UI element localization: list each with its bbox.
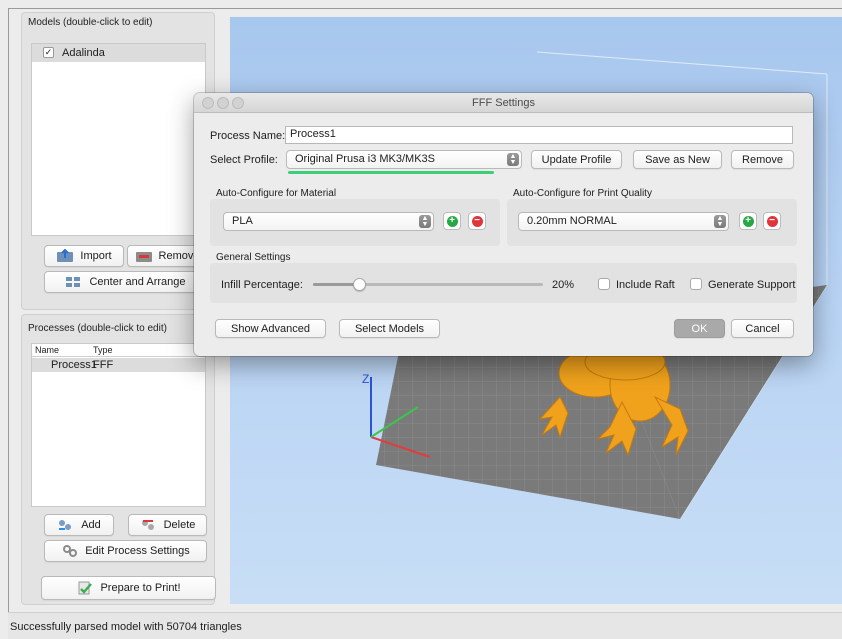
fff-settings-dialog: FFF Settings Process Name: Process1 Sele… [194, 93, 813, 356]
profile-select-value: Original Prusa i3 MK3/MK3S [295, 153, 435, 165]
models-group-title: Models (double-click to edit) [28, 17, 153, 28]
add-quality-button[interactable]: + [739, 212, 757, 230]
infill-slider-handle[interactable] [353, 278, 366, 291]
quality-group-title: Auto-Configure for Print Quality [513, 188, 652, 199]
import-button[interactable]: Import [44, 245, 124, 267]
model-name: Adalinda [62, 47, 105, 59]
delete-process-icon [140, 518, 158, 532]
show-advanced-button[interactable]: Show Advanced [215, 319, 326, 338]
prepare-to-print-button[interactable]: Prepare to Print! [41, 576, 216, 600]
material-select-value: PLA [232, 215, 253, 227]
process-type-cell: FFF [93, 359, 114, 371]
quality-select[interactable]: 0.20mm NORMAL ▲ ▼ [518, 212, 729, 231]
select-stepper-icon: ▲ ▼ [714, 215, 726, 228]
processes-table-header: Name Type [32, 344, 205, 357]
edit-process-settings-label: Edit Process Settings [85, 545, 190, 557]
delete-label: Delete [163, 519, 196, 531]
minus-icon: − [766, 215, 778, 227]
delete-button[interactable]: Delete [128, 514, 207, 536]
material-select[interactable]: PLA ▲ ▼ [223, 212, 434, 231]
infill-value: 20% [552, 279, 575, 291]
edit-process-settings-button[interactable]: Edit Process Settings [44, 540, 207, 562]
general-settings-group: Infill Percentage: 20% Include Raft Gene… [210, 263, 797, 303]
add-label: Add [81, 519, 101, 531]
dialog-remove-button[interactable]: Remove [731, 150, 794, 169]
process-name-label: Process Name: [210, 130, 286, 142]
left-panel: Models (double-click to edit) ✓ Adalinda… [10, 8, 216, 605]
prepare-to-print-label: Prepare to Print! [100, 582, 181, 594]
add-process-icon [57, 518, 75, 532]
general-settings-title: General Settings [216, 252, 291, 263]
table-row[interactable]: Process1 FFF [32, 358, 205, 372]
plus-icon: + [742, 215, 754, 227]
select-stepper-icon: ▲ ▼ [507, 153, 519, 166]
processes-table[interactable]: Name Type Process1 FFF [31, 343, 206, 507]
select-models-button[interactable]: Select Models [339, 319, 440, 338]
update-profile-button[interactable]: Update Profile [531, 150, 622, 169]
processes-group-title: Processes (double-click to edit) [28, 323, 167, 334]
process-name-cell: Process1 [51, 359, 97, 371]
model-checkbox[interactable]: ✓ [43, 47, 54, 58]
remove-material-button[interactable]: − [468, 212, 486, 230]
models-group: Models (double-click to edit) ✓ Adalinda… [21, 12, 215, 310]
add-material-button[interactable]: + [443, 212, 461, 230]
minimize-window-icon[interactable] [217, 97, 229, 109]
dialog-titlebar[interactable]: FFF Settings [194, 93, 813, 113]
cancel-button[interactable]: Cancel [731, 319, 794, 338]
models-list[interactable]: ✓ Adalinda [31, 43, 206, 236]
plus-icon: + [446, 215, 458, 227]
infill-slider-track[interactable] [313, 278, 543, 291]
z-axis-label: Z [362, 372, 369, 386]
infill-label: Infill Percentage: [221, 279, 303, 291]
dialog-title: FFF Settings [472, 97, 535, 109]
quality-group: 0.20mm NORMAL ▲ ▼ + − [507, 199, 797, 246]
ok-button[interactable]: OK [674, 319, 725, 338]
import-label: Import [80, 250, 112, 262]
generate-support-checkbox[interactable] [690, 278, 702, 290]
generate-support-label: Generate Support [708, 279, 796, 291]
remove-icon [135, 249, 153, 263]
model-list-item[interactable]: ✓ Adalinda [32, 44, 205, 62]
remove-quality-button[interactable]: − [763, 212, 781, 230]
status-text: Successfully parsed model with 50704 tri… [10, 621, 242, 633]
include-raft-checkbox[interactable] [598, 278, 610, 290]
include-raft-label: Include Raft [616, 279, 675, 291]
center-arrange-button[interactable]: Center and Arrange [44, 271, 207, 293]
center-arrange-label: Center and Arrange [89, 276, 186, 288]
column-header-type: Type [93, 345, 113, 355]
select-stepper-icon: ▲ ▼ [419, 215, 431, 228]
process-name-input[interactable]: Process1 [285, 126, 793, 144]
profile-select[interactable]: Original Prusa i3 MK3/MK3S ▲ ▼ [286, 150, 522, 169]
minus-icon: − [471, 215, 483, 227]
column-header-name: Name [35, 345, 60, 355]
arrange-icon [65, 275, 83, 289]
import-icon [56, 248, 74, 263]
save-as-new-button[interactable]: Save as New [633, 150, 722, 169]
profile-highlight-underline [288, 171, 494, 174]
select-profile-label: Select Profile: [210, 154, 278, 166]
add-button[interactable]: Add [44, 514, 114, 536]
processes-group: Processes (double-click to edit) Name Ty… [21, 314, 216, 605]
material-group: PLA ▲ ▼ + − [210, 199, 500, 246]
close-window-icon[interactable] [202, 97, 214, 109]
settings-icon [61, 544, 79, 558]
zoom-window-icon[interactable] [232, 97, 244, 109]
quality-select-value: 0.20mm NORMAL [527, 215, 617, 227]
status-bar: Successfully parsed model with 50704 tri… [8, 612, 842, 639]
material-group-title: Auto-Configure for Material [216, 188, 337, 199]
print-icon [76, 581, 94, 595]
